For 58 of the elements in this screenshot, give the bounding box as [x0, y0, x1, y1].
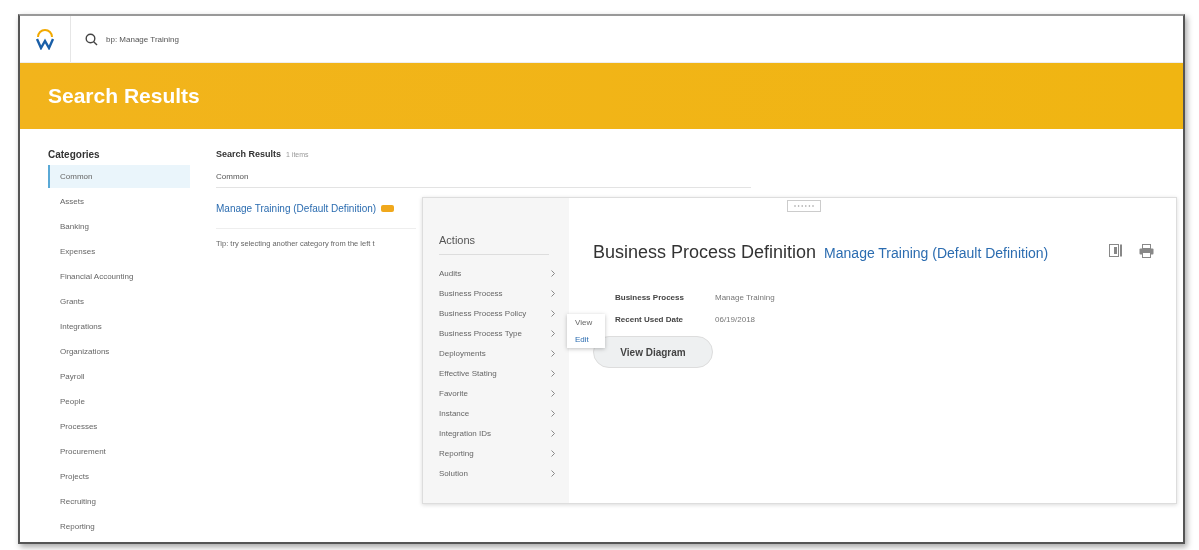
category-item[interactable]: Common [48, 165, 190, 188]
action-item[interactable]: Solution [439, 463, 555, 483]
chevron-icon [551, 369, 555, 377]
search-icon[interactable] [85, 32, 98, 46]
chevron-icon [551, 409, 555, 417]
category-item[interactable]: Procurement [48, 440, 190, 463]
detail-link[interactable]: Manage Training (Default Definition) [824, 244, 1049, 261]
view-diagram-button[interactable]: View Diagram [593, 336, 713, 368]
chevron-icon [551, 349, 555, 357]
chevron-icon [551, 269, 555, 277]
action-item[interactable]: Business Process Type [439, 323, 555, 343]
category-item[interactable]: Financial Accounting [48, 265, 190, 288]
action-item[interactable]: Favorite [439, 383, 555, 403]
drag-handle[interactable] [787, 200, 821, 212]
result-link[interactable]: Manage Training (Default Definition) [216, 202, 377, 214]
action-item[interactable]: Audits [439, 263, 555, 283]
printer-icon[interactable] [1139, 244, 1154, 258]
chevron-icon [551, 389, 555, 397]
field-value: 06/19/2018 [715, 315, 757, 324]
action-item[interactable]: Reporting [439, 443, 555, 463]
category-item[interactable]: Processes [48, 415, 190, 438]
category-item[interactable]: Grants [48, 290, 190, 313]
category-item[interactable]: Projects [48, 465, 190, 488]
chevron-icon [551, 449, 555, 457]
categories-title: Categories [48, 147, 101, 162]
action-item[interactable]: Integration IDs [439, 423, 555, 443]
category-item[interactable]: Expenses [48, 240, 190, 263]
action-item[interactable]: Business Process Policy [439, 303, 555, 323]
category-item[interactable]: Integrations [48, 315, 190, 338]
category-item[interactable]: Banking [48, 215, 190, 238]
submenu-item[interactable]: View [575, 318, 605, 327]
logo-icon [34, 28, 56, 50]
split-view-icon[interactable] [1109, 244, 1123, 257]
field-value: Manage Training [715, 293, 776, 302]
detail-title: Business Process Definition [593, 242, 817, 263]
category-item[interactable]: Organizations [48, 340, 190, 363]
category-item[interactable]: Recruiting [48, 490, 190, 513]
chevron-icon [551, 329, 555, 337]
action-item[interactable]: Instance [439, 403, 555, 423]
category-item[interactable]: Assets [48, 190, 190, 213]
actions-title: Actions [439, 234, 549, 255]
results-title: Search Results [216, 149, 282, 159]
chevron-icon [551, 429, 555, 437]
field-label: Business Process [615, 293, 685, 302]
category-item[interactable]: Reporting [48, 515, 190, 538]
related-actions-icon[interactable] [381, 204, 395, 212]
page-title: Search Results [48, 84, 200, 108]
section-label: Common [216, 165, 751, 188]
category-item[interactable]: People [48, 390, 190, 413]
chevron-icon [551, 309, 555, 317]
action-item[interactable]: Deployments [439, 343, 555, 363]
category-item[interactable]: Payroll [48, 365, 190, 388]
chevron-icon [551, 469, 555, 477]
search-query[interactable]: bp: Manage Training [106, 34, 179, 44]
action-item[interactable]: Business Process [439, 283, 555, 303]
action-item[interactable]: Effective Stating [439, 363, 555, 383]
field-label: Recent Used Date [615, 315, 685, 324]
chevron-icon [551, 289, 555, 297]
